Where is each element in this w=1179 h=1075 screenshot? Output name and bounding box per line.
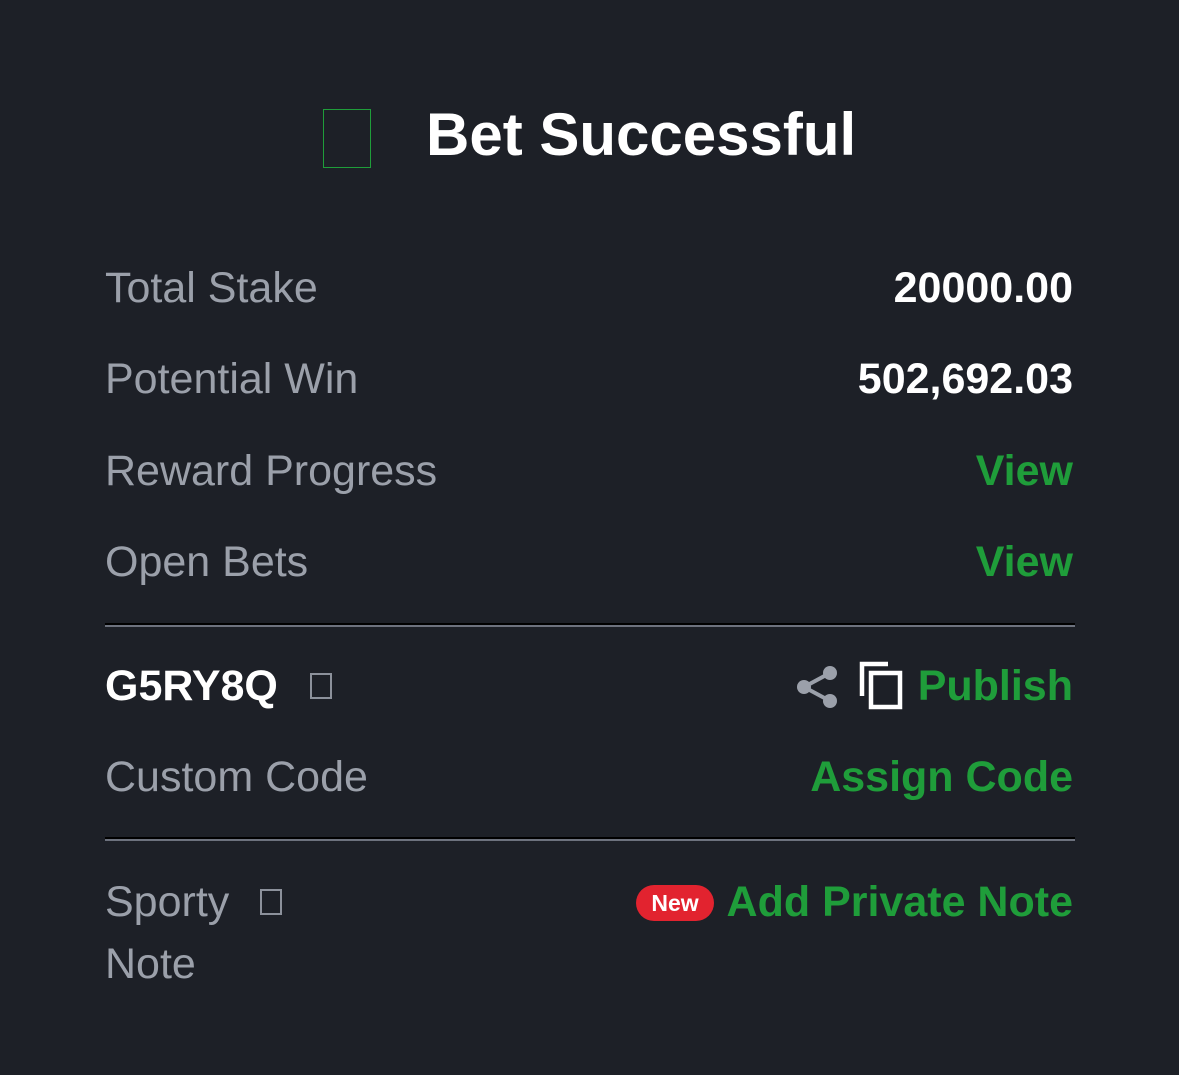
info-icon[interactable] xyxy=(260,889,282,915)
assign-code-button[interactable]: Assign Code xyxy=(810,747,1073,807)
page-title: Bet Successful xyxy=(426,101,857,168)
booking-code-row: G5RY8Q Publish xyxy=(105,656,1073,716)
bet-success-panel: Bet Successful Total Stake 20000.00 Pote… xyxy=(0,0,1179,1075)
share-icon[interactable] xyxy=(796,665,838,709)
reward-progress-label: Reward Progress xyxy=(105,447,438,495)
copy-icon[interactable] xyxy=(858,660,904,710)
total-stake-row: Total Stake 20000.00 xyxy=(105,258,1073,318)
reward-progress-row: Reward Progress View xyxy=(105,441,1073,501)
sporty-note-row: Sporty Note New Add Private Note xyxy=(105,872,1073,992)
reward-progress-view-link[interactable]: View xyxy=(976,441,1073,501)
open-bets-view-link[interactable]: View xyxy=(976,532,1073,592)
custom-code-label: Custom Code xyxy=(105,753,368,801)
divider xyxy=(105,623,1075,627)
divider xyxy=(105,837,1075,841)
booking-code: G5RY8Q xyxy=(105,662,278,710)
custom-code-row: Custom Code Assign Code xyxy=(105,747,1073,807)
total-stake-label: Total Stake xyxy=(105,264,318,312)
new-badge: New xyxy=(636,885,714,921)
header: Bet Successful xyxy=(0,100,1179,170)
potential-win-row: Potential Win 502,692.03 xyxy=(105,349,1073,409)
open-bets-label: Open Bets xyxy=(105,538,309,586)
success-checkmark-icon xyxy=(323,109,371,168)
open-bets-row: Open Bets View xyxy=(105,532,1073,592)
sporty-note-label-line1: Sporty xyxy=(105,878,230,926)
info-icon[interactable] xyxy=(310,673,332,699)
potential-win-value: 502,692.03 xyxy=(857,355,1073,403)
publish-button[interactable]: Publish xyxy=(918,656,1073,716)
sporty-note-label-line2: Note xyxy=(105,940,196,988)
potential-win-label: Potential Win xyxy=(105,355,359,403)
total-stake-value: 20000.00 xyxy=(893,264,1073,312)
add-private-note-button[interactable]: Add Private Note xyxy=(727,872,1073,932)
